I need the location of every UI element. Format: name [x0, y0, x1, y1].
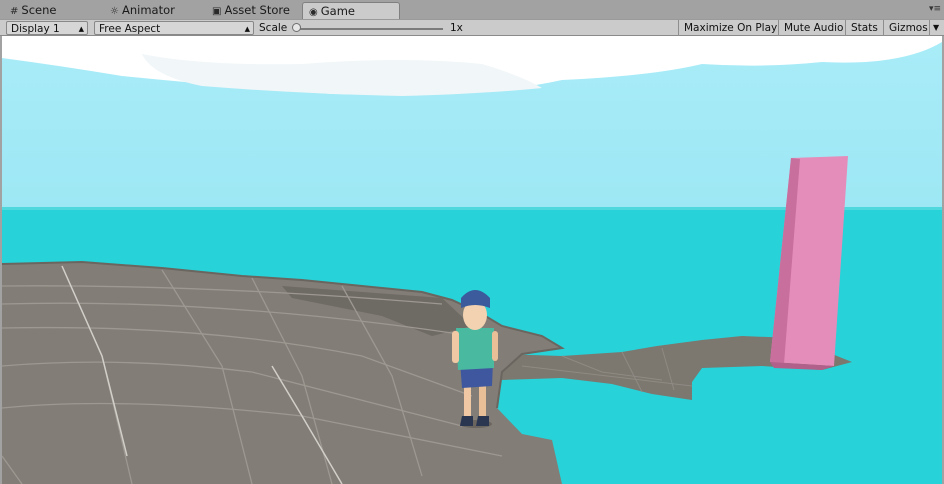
tab-animator[interactable]: ☼ Animator — [104, 2, 192, 19]
scale-slider-track[interactable] — [297, 28, 443, 30]
grid-icon: # — [10, 6, 19, 17]
tab-label: Game — [320, 4, 355, 18]
scale-value: 1x — [450, 22, 463, 34]
dropdown-arrow-icon: ▲ — [78, 25, 84, 33]
dropdown-arrow-icon: ▲ — [244, 25, 250, 33]
game-scene-render — [2, 36, 942, 484]
gizmos-dropdown-arrow-icon[interactable]: ▼ — [929, 20, 944, 36]
tab-label: Asset Store — [224, 3, 290, 17]
stats-button[interactable]: Stats — [845, 20, 883, 36]
tab-bar: # Scene ☼ Animator ▣ Asset Store ◉ Game ▾≡ — [0, 0, 944, 20]
animator-icon: ☼ — [110, 6, 119, 17]
game-viewport[interactable] — [2, 36, 942, 484]
game-view-toolbar: Display 1 ▲ Free Aspect ▲ Scale 1x Maxim… — [0, 19, 944, 36]
gizmos-button[interactable]: Gizmos — [883, 20, 929, 36]
tab-label: Scene — [21, 3, 57, 17]
mute-audio-button[interactable]: Mute Audio — [778, 20, 848, 36]
scale-label: Scale — [259, 22, 288, 34]
maximize-on-play-button[interactable]: Maximize On Play — [678, 20, 782, 36]
aspect-value: Free Aspect — [99, 23, 161, 35]
aspect-dropdown[interactable]: Free Aspect ▲ — [94, 21, 254, 35]
tab-menu-icon[interactable]: ▾≡ — [929, 4, 941, 14]
shopping-bag-icon: ▣ — [212, 6, 222, 17]
display-value: Display 1 — [11, 23, 60, 35]
tab-scene[interactable]: # Scene — [4, 2, 72, 19]
tab-label: Animator — [121, 3, 175, 17]
tab-game[interactable]: ◉ Game — [302, 2, 400, 19]
tab-asset-store[interactable]: ▣ Asset Store — [206, 2, 298, 19]
display-dropdown[interactable]: Display 1 ▲ — [6, 21, 88, 35]
game-controller-icon: ◉ — [309, 7, 318, 18]
scale-slider-thumb[interactable] — [292, 23, 301, 32]
